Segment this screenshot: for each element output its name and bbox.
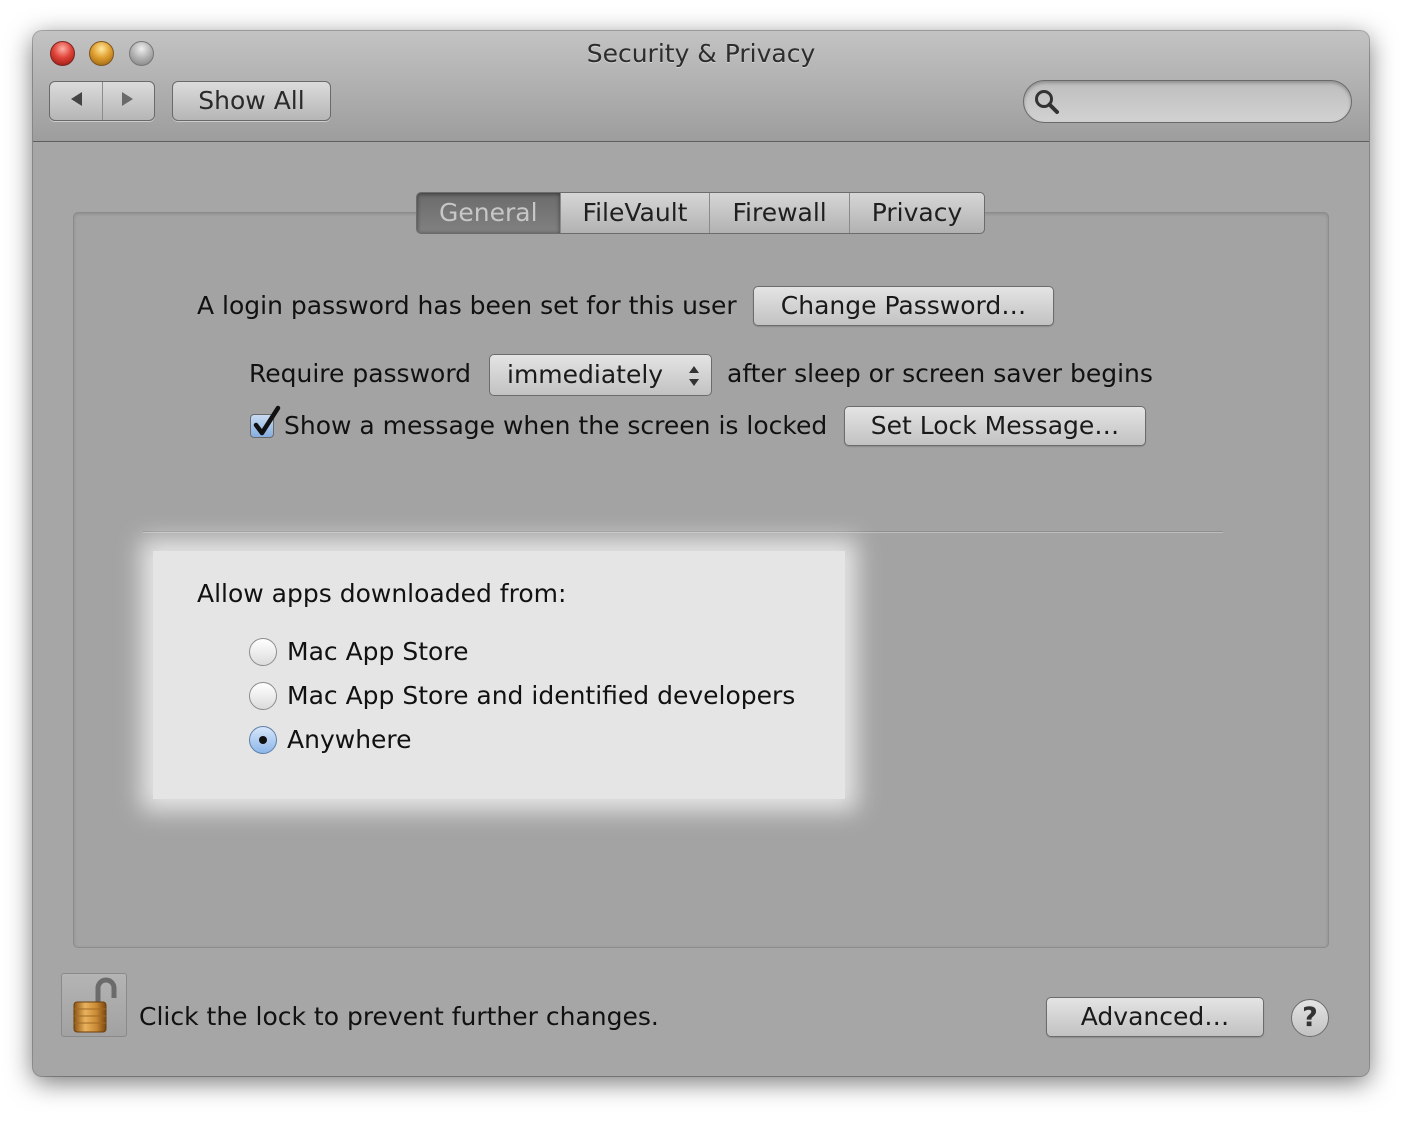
show-all-button[interactable]: Show All: [172, 81, 331, 121]
search-input[interactable]: [1068, 85, 1342, 119]
help-button[interactable]: ?: [1291, 999, 1329, 1037]
allow-apps-title: Allow apps downloaded from:: [197, 579, 567, 608]
login-password-text: A login password has been set for this u…: [197, 291, 737, 320]
change-password-button[interactable]: Change Password…: [753, 286, 1054, 326]
advanced-button[interactable]: Advanced…: [1046, 997, 1264, 1037]
radio-mac-app-store[interactable]: [249, 638, 277, 666]
popup-arrows-icon: [688, 364, 700, 392]
help-icon: ?: [1302, 1002, 1318, 1033]
show-message-checkbox[interactable]: [250, 405, 281, 438]
back-button[interactable]: [50, 82, 103, 120]
lock-button[interactable]: [61, 973, 127, 1037]
security-privacy-window: Security & Privacy Show All General File…: [33, 31, 1369, 1076]
set-lock-message-button[interactable]: Set Lock Message…: [844, 406, 1146, 446]
radio-anywhere[interactable]: [249, 726, 277, 754]
radio-identified-developers-label[interactable]: Mac App Store and identified developers: [287, 681, 795, 711]
section-separator: [143, 531, 1223, 532]
require-password-popup[interactable]: immediately: [489, 354, 712, 396]
require-password-value: immediately: [507, 360, 664, 389]
search-field[interactable]: [1023, 80, 1352, 123]
search-icon: [1034, 89, 1060, 119]
tab-privacy[interactable]: Privacy: [848, 193, 985, 233]
radio-mac-app-store-label[interactable]: Mac App Store: [287, 637, 468, 667]
tab-bar: General FileVault Firewall Privacy: [416, 192, 986, 234]
back-arrow-icon: [69, 91, 83, 112]
forward-arrow-icon: [121, 91, 135, 112]
back-forward-group: [49, 81, 155, 121]
unlocked-padlock-icon: [68, 976, 122, 1040]
tab-general[interactable]: General: [417, 193, 560, 233]
show-message-label[interactable]: Show a message when the screen is locked: [284, 411, 827, 441]
window-title: Security & Privacy: [586, 39, 816, 68]
forward-button[interactable]: [103, 82, 155, 120]
tab-firewall[interactable]: Firewall: [709, 193, 848, 233]
radio-selected-dot: [259, 736, 267, 744]
require-password-label: Require password: [249, 359, 472, 388]
after-sleep-text: after sleep or screen saver begins: [727, 359, 1153, 388]
tab-filevault[interactable]: FileVault: [559, 193, 710, 233]
toolbar: Security & Privacy Show All: [33, 31, 1369, 142]
checkmark-icon: [252, 405, 282, 443]
radio-anywhere-label[interactable]: Anywhere: [287, 725, 412, 755]
lock-status-text: Click the lock to prevent further change…: [139, 1002, 659, 1031]
radio-identified-developers[interactable]: [249, 682, 277, 710]
